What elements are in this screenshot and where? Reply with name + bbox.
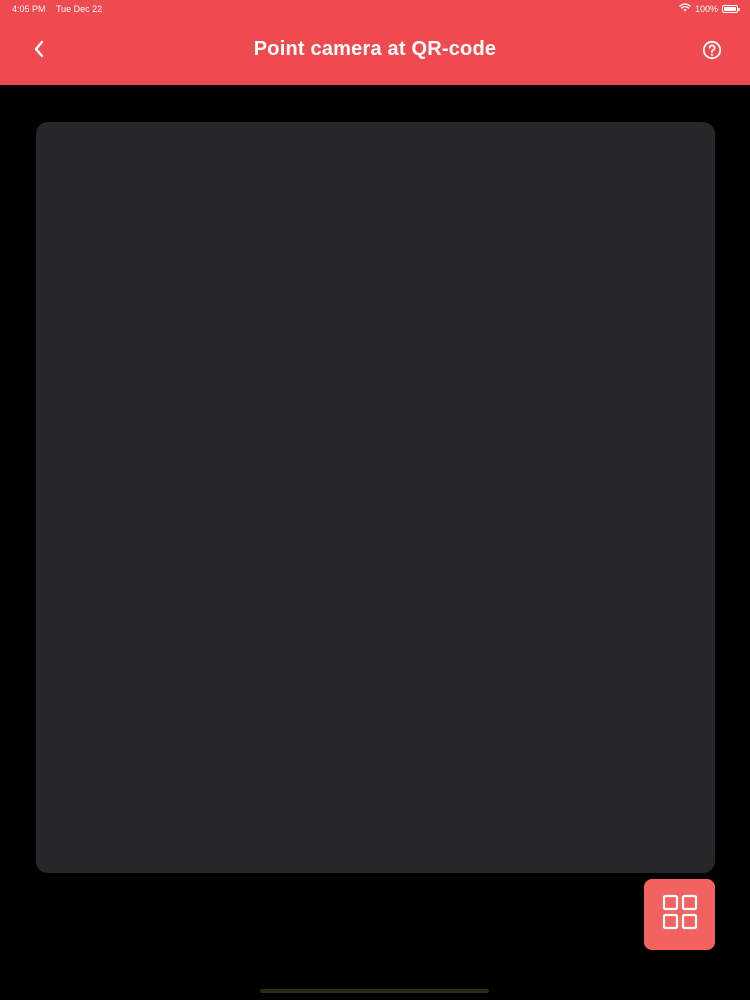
status-date: Tue Dec 22 [56,4,103,14]
question-circle-icon [702,40,722,65]
status-bar: 4:05 PM Tue Dec 22 100% [0,0,750,20]
help-button[interactable] [700,40,724,64]
app-header: 4:05 PM Tue Dec 22 100% Point camera at … [0,0,750,85]
status-indicators: 100% [679,3,740,14]
home-indicator[interactable] [260,989,489,993]
page-title: Point camera at QR-code [253,38,497,60]
qr-gallery-button[interactable] [644,879,715,950]
battery-icon [722,4,740,13]
grid-icon [662,894,698,935]
wifi-icon [679,3,691,14]
status-time: 4:05 PM [12,4,46,14]
battery-percentage: 100% [694,3,718,14]
camera-viewport [36,122,715,873]
